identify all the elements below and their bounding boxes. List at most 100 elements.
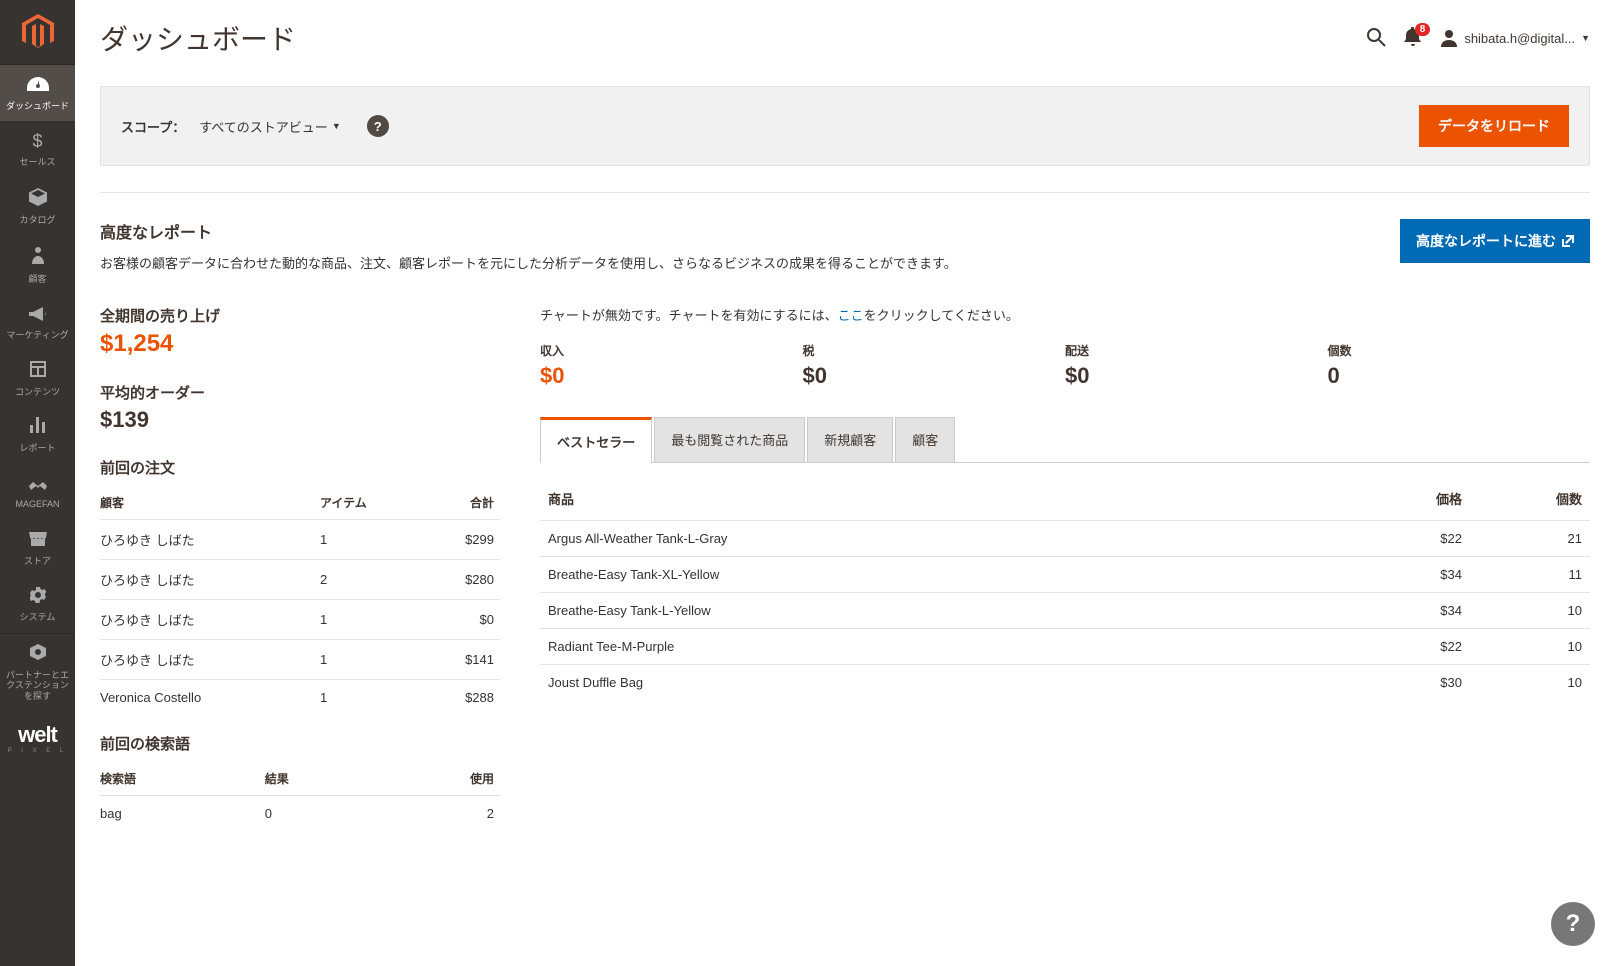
col-total: 合計 xyxy=(428,486,500,520)
gauge-icon xyxy=(27,75,49,97)
gear-icon xyxy=(30,587,46,609)
help-icon[interactable]: ? xyxy=(367,115,389,137)
table-row[interactable]: Joust Duffle Bag$3010 xyxy=(540,665,1590,701)
reload-data-button[interactable]: データをリロード xyxy=(1419,105,1569,147)
table-row[interactable]: Radiant Tee-M-Purple$2210 xyxy=(540,629,1590,665)
user-icon xyxy=(1440,29,1458,47)
table-row[interactable]: Breathe-Easy Tank-L-Yellow$3410 xyxy=(540,593,1590,629)
nav-label: ダッシュボード xyxy=(6,101,69,112)
table-row[interactable]: ひろゆき しばた1$299 xyxy=(100,520,500,560)
last-orders-table: 顧客 アイテム 合計 ひろゆき しばた1$299ひろゆき しばた2$280ひろゆ… xyxy=(100,486,500,715)
col-uses: 使用 xyxy=(382,762,500,796)
layout-icon xyxy=(30,361,46,383)
tax-label: 税 xyxy=(803,342,1066,359)
sidebar: ダッシュボード $ セールス カタログ 顧客 マーケティング コンテンツ レポー… xyxy=(0,0,75,966)
nav-label: パートナーとエクステンションを探す xyxy=(4,670,71,702)
dollar-icon: $ xyxy=(32,131,42,153)
col-qty: 個数 xyxy=(1470,477,1590,521)
nav-label: マーケティング xyxy=(6,330,68,341)
enable-chart-link[interactable]: ここ xyxy=(838,308,864,323)
last-search-title: 前回の検索語 xyxy=(100,733,500,754)
advanced-reporting-section: 高度なレポート お客様の顧客データに合わせた動的な商品、注文、顧客レポートを元に… xyxy=(100,219,1590,275)
lifetime-sales-value: $1,254 xyxy=(100,330,500,358)
col-product: 商品 xyxy=(540,477,1350,521)
revenue-label: 収入 xyxy=(540,342,803,359)
qty-label: 個数 xyxy=(1328,342,1591,359)
last-search-table: 検索語 結果 使用 bag02 xyxy=(100,762,500,831)
puzzle-icon xyxy=(30,644,46,666)
last-orders-title: 前回の注文 xyxy=(100,457,500,478)
lifetime-sales-label: 全期間の売り上げ xyxy=(100,305,500,326)
col-items: アイテム xyxy=(320,486,428,520)
help-fab[interactable]: ? xyxy=(1551,902,1595,946)
col-results: 結果 xyxy=(265,762,383,796)
nav-stores[interactable]: ストア xyxy=(0,520,75,576)
adv-report-title: 高度なレポート xyxy=(100,219,957,243)
table-row[interactable]: Veronica Costello1$288 xyxy=(100,680,500,716)
advanced-reporting-button[interactable]: 高度なレポートに進む xyxy=(1400,219,1590,263)
magento-logo[interactable] xyxy=(0,0,75,65)
col-customer: 顧客 xyxy=(100,486,320,520)
shipping-label: 配送 xyxy=(1065,342,1328,359)
weltpixel-logo[interactable]: weltP I X E L xyxy=(0,712,75,764)
chevron-down-icon: ▼ xyxy=(1581,33,1590,43)
external-link-icon xyxy=(1562,235,1574,247)
search-icon[interactable] xyxy=(1366,27,1386,50)
scope-label: スコープ： xyxy=(121,117,185,136)
tab-new-customers[interactable]: 新規顧客 xyxy=(807,417,893,462)
nav-label: MAGEFAN xyxy=(15,499,59,510)
average-order-label: 平均的オーダー xyxy=(100,382,500,403)
tax-value: $0 xyxy=(803,363,1066,389)
bestsellers-table: 商品 価格 個数 Argus All-Weather Tank-L-Gray$2… xyxy=(540,477,1590,700)
bars-icon xyxy=(30,417,46,439)
store-icon xyxy=(29,530,47,552)
nav-system[interactable]: システム xyxy=(0,577,75,633)
nav-sales[interactable]: $ セールス xyxy=(0,121,75,177)
nav-reports[interactable]: レポート xyxy=(0,407,75,463)
nav-label: コンテンツ xyxy=(15,387,60,398)
scope-select[interactable]: すべてのストアビュー ▼ xyxy=(199,117,341,136)
nav-label: セールス xyxy=(19,157,55,168)
nav-label: 顧客 xyxy=(28,274,46,285)
table-row[interactable]: Breathe-Easy Tank-XL-Yellow$3411 xyxy=(540,557,1590,593)
average-order-value: $139 xyxy=(100,407,500,433)
table-row[interactable]: ひろゆき しばた1$141 xyxy=(100,640,500,680)
nav-magefan[interactable]: MAGEFAN xyxy=(0,464,75,520)
table-row[interactable]: Argus All-Weather Tank-L-Gray$2221 xyxy=(540,521,1590,557)
table-row[interactable]: bag02 xyxy=(100,796,500,832)
scope-bar: スコープ： すべてのストアビュー ▼ ? データをリロード xyxy=(100,86,1590,166)
nav-catalog[interactable]: カタログ xyxy=(0,178,75,236)
adv-report-desc: お客様の顧客データに合わせた動的な商品、注文、顧客レポートを元にした分析データを… xyxy=(100,253,957,275)
nav-label: カタログ xyxy=(19,215,55,226)
tab-customers[interactable]: 顧客 xyxy=(895,417,955,462)
user-name: shibata.h@digital... xyxy=(1464,31,1575,46)
tab-bestsellers[interactable]: ベストセラー xyxy=(540,417,652,463)
nav-label: ストア xyxy=(24,556,51,567)
table-row[interactable]: ひろゆき しばた2$280 xyxy=(100,560,500,600)
nav-content[interactable]: コンテンツ xyxy=(0,351,75,407)
chevron-down-icon: ▼ xyxy=(332,121,341,131)
person-icon xyxy=(32,246,44,270)
table-row[interactable]: ひろゆき しばた1$0 xyxy=(100,600,500,640)
col-price: 価格 xyxy=(1350,477,1470,521)
main-content: ダッシュボード 8 shibata.h@digital... ▼ スコープ： xyxy=(75,0,1615,966)
shipping-value: $0 xyxy=(1065,363,1328,389)
megaphone-icon xyxy=(29,305,47,327)
notification-badge: 8 xyxy=(1415,23,1431,36)
nav-customers[interactable]: 顧客 xyxy=(0,236,75,294)
page-title: ダッシュボード xyxy=(100,18,296,58)
tab-most-viewed[interactable]: 最も閲覧された商品 xyxy=(654,417,805,462)
nav-marketing[interactable]: マーケティング xyxy=(0,295,75,351)
user-menu[interactable]: shibata.h@digital... ▼ xyxy=(1440,29,1590,47)
nav-partners[interactable]: パートナーとエクステンションを探す xyxy=(0,633,75,712)
nav-label: レポート xyxy=(19,443,55,454)
col-term: 検索語 xyxy=(100,762,265,796)
notifications-icon[interactable]: 8 xyxy=(1404,27,1422,50)
qty-value: 0 xyxy=(1328,363,1591,389)
cube-icon xyxy=(29,188,47,212)
nav-dashboard[interactable]: ダッシュボード xyxy=(0,65,75,121)
chart-disabled-notice: チャートが無効です。チャートを有効にするには、ここをクリックしてください。 xyxy=(540,305,1590,324)
revenue-value: $0 xyxy=(540,363,803,389)
nav-label: システム xyxy=(20,612,56,623)
fan-icon xyxy=(29,474,47,496)
